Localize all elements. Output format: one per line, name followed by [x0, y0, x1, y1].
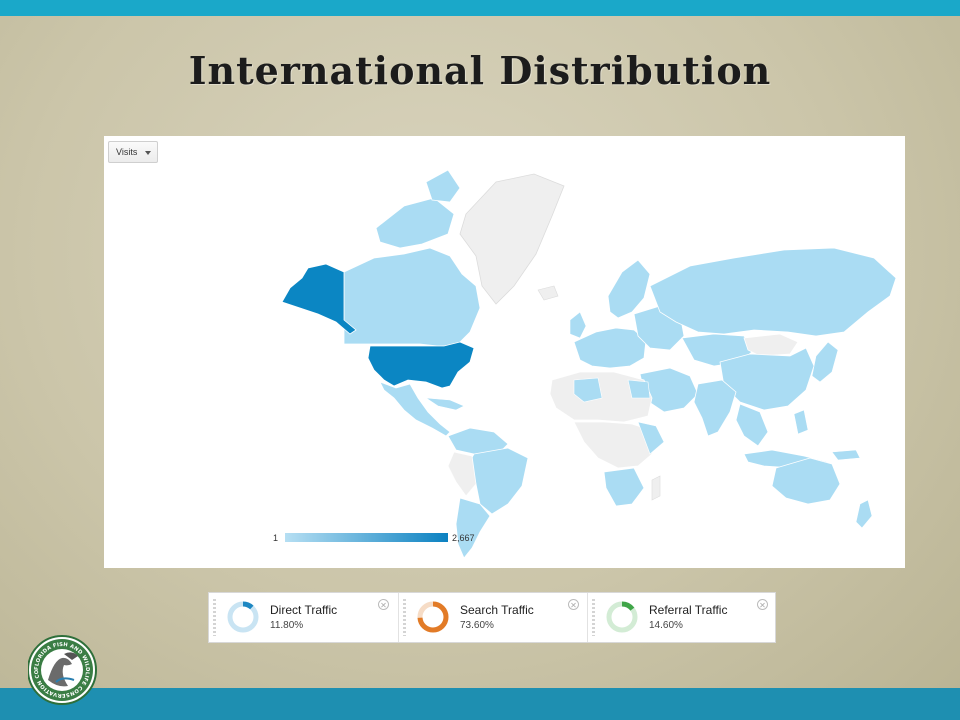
- region-uk: [569, 311, 587, 339]
- region-southern-africa: [603, 467, 645, 507]
- region-usa: [367, 341, 475, 389]
- region-scandinavia: [607, 259, 651, 319]
- traffic-card-label: Direct Traffic: [270, 603, 338, 617]
- region-greenland: [459, 173, 565, 305]
- region-southeast-asia: [735, 403, 769, 447]
- traffic-card-direct[interactable]: Direct Traffic 11.80% ✕: [209, 593, 398, 642]
- legend-color-scale: [285, 533, 448, 542]
- traffic-card-label: Referral Traffic: [649, 603, 728, 617]
- metric-dropdown[interactable]: Visits: [108, 141, 158, 163]
- region-russia: [649, 247, 897, 337]
- region-japan: [811, 341, 839, 383]
- region-mexico: [379, 381, 451, 437]
- region-mongolia: [743, 333, 799, 357]
- region-papua: [831, 449, 861, 461]
- traffic-sources-strip: Direct Traffic 11.80% ✕ Search Traffic 7…: [208, 592, 776, 643]
- traffic-card-referral[interactable]: Referral Traffic 14.60% ✕: [587, 593, 777, 642]
- traffic-card-value: 11.80%: [270, 620, 304, 631]
- close-icon[interactable]: ✕: [568, 599, 579, 610]
- region-india: [693, 379, 737, 437]
- drag-handle-icon[interactable]: [403, 599, 406, 636]
- drag-handle-icon[interactable]: [213, 599, 216, 636]
- top-accent-bar: [0, 0, 960, 16]
- region-philippines: [793, 409, 809, 435]
- metric-dropdown-label: Visits: [116, 147, 138, 157]
- close-icon[interactable]: ✕: [378, 599, 389, 610]
- chevron-down-icon: [145, 151, 151, 155]
- drag-handle-icon[interactable]: [592, 599, 595, 636]
- donut-chart-icon: [606, 601, 638, 633]
- traffic-card-value: 73.60%: [460, 620, 494, 631]
- region-caribbean: [425, 397, 465, 411]
- region-iceland: [537, 285, 559, 301]
- region-canada: [343, 247, 481, 347]
- close-icon[interactable]: ✕: [757, 599, 768, 610]
- donut-chart-icon: [227, 601, 259, 633]
- legend-min-value: 1: [273, 533, 279, 543]
- region-madagascar: [651, 475, 661, 501]
- region-egypt: [627, 379, 651, 399]
- traffic-card-value: 14.60%: [649, 620, 683, 631]
- legend-max-value: 2,667: [452, 533, 475, 543]
- region-peru-bolivia: [447, 451, 477, 497]
- donut-chart-icon: [417, 601, 449, 633]
- traffic-card-label: Search Traffic: [460, 603, 534, 617]
- world-map[interactable]: [104, 136, 905, 568]
- traffic-card-search[interactable]: Search Traffic 73.60% ✕: [398, 593, 588, 642]
- bottom-accent-bar: [0, 688, 960, 720]
- region-canada-arctic-east: [425, 169, 461, 203]
- region-western-europe: [573, 327, 647, 369]
- slide-title: International Distribution: [188, 48, 772, 93]
- geo-map-panel: Visits 1 2,667: [104, 136, 905, 568]
- fwc-logo: FLORIDA FISH AND WILDLIFE CONSERVATION C…: [28, 630, 97, 705]
- region-canada-arctic: [375, 197, 455, 249]
- region-new-zealand: [855, 499, 873, 529]
